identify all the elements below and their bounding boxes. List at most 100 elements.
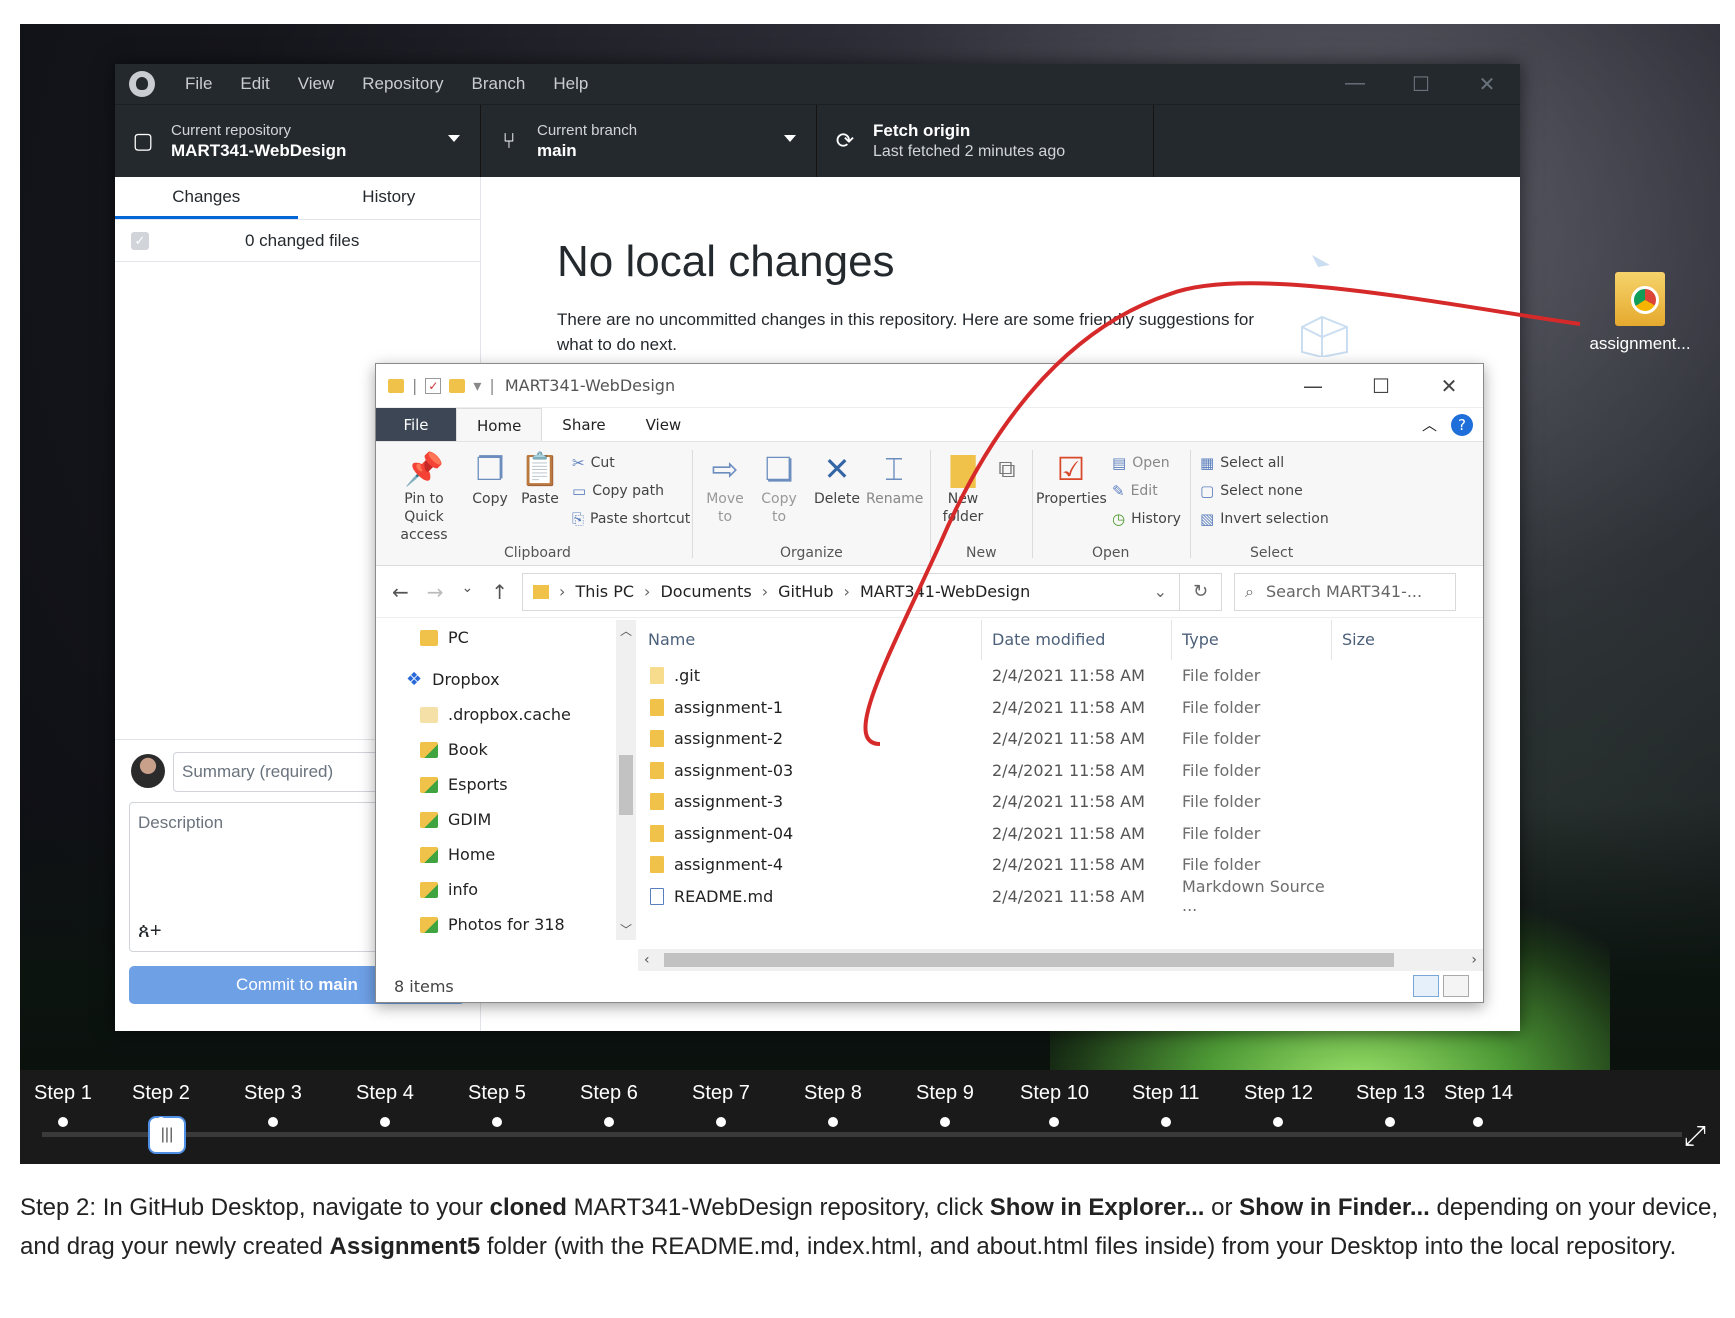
delete-button[interactable]: ✕ Delete <box>812 448 862 508</box>
help-icon[interactable]: ? <box>1451 413 1473 436</box>
step-10[interactable]: Step 10 <box>1020 1082 1089 1127</box>
step-dot[interactable] <box>1273 1117 1284 1127</box>
table-row[interactable]: README.md 2/4/2021 11:58 AM Markdown Sourc… <box>638 877 1483 915</box>
open-button[interactable]: ▤ Open <box>1112 454 1170 472</box>
properties-button[interactable]: ☑ Properties <box>1036 448 1107 508</box>
table-row[interactable]: assignment-3 2/4/2021 11:58 AM File folder <box>638 786 1483 818</box>
refresh-icon[interactable]: ↻ <box>1179 573 1221 610</box>
minimize-button[interactable]: — <box>1322 72 1388 97</box>
nav-item-book[interactable]: Book <box>376 732 616 767</box>
nav-item-photos[interactable]: Photos for 318 <box>376 907 616 942</box>
step-9[interactable]: Step 9 <box>916 1082 974 1127</box>
step-dot[interactable] <box>1473 1117 1484 1127</box>
close-button[interactable]: ✕ <box>1454 72 1520 97</box>
menu-view[interactable]: View <box>284 74 349 94</box>
menu-repository[interactable]: Repository <box>348 74 457 94</box>
edit-button[interactable]: ✎ Edit <box>1112 482 1158 500</box>
step-dot[interactable] <box>827 1117 838 1127</box>
step-dot[interactable] <box>1160 1117 1171 1127</box>
tab-changes[interactable]: Changes <box>115 177 298 219</box>
slider-track[interactable] <box>42 1132 1682 1137</box>
menu-file[interactable]: File <box>171 74 226 94</box>
step-dot[interactable] <box>379 1117 390 1127</box>
scroll-left-icon[interactable]: ‹ <box>644 952 650 968</box>
new-folder-quick-icon[interactable] <box>449 378 466 393</box>
step-1[interactable]: Step 1 <box>34 1082 92 1127</box>
step-4[interactable]: Step 4 <box>356 1082 414 1127</box>
step-2[interactable]: Step 2 <box>132 1082 190 1127</box>
minimize-button[interactable]: — <box>1279 374 1347 398</box>
table-row[interactable]: .git 2/4/2021 11:58 AM File folder <box>638 660 1483 692</box>
step-dot[interactable] <box>491 1117 502 1127</box>
nav-item-home[interactable]: Home <box>376 837 616 872</box>
step-dot[interactable] <box>939 1117 950 1127</box>
fetch-origin-button[interactable]: ⟳ Fetch origin Last fetched 2 minutes ag… <box>817 105 1154 177</box>
new-item-button[interactable]: ⧉ <box>992 448 1022 490</box>
menu-help[interactable]: Help <box>539 74 602 94</box>
scroll-down-icon[interactable]: ﹀ <box>620 921 632 938</box>
breadcrumb-mart341[interactable]: MART341-WebDesign <box>860 582 1030 601</box>
step-8[interactable]: Step 8 <box>804 1082 862 1127</box>
nav-item-dropbox[interactable]: ❖ Dropbox <box>376 662 616 697</box>
step-dot[interactable] <box>57 1117 68 1127</box>
menu-edit[interactable]: Edit <box>226 74 283 94</box>
nav-scrollbar[interactable]: ︿ ﹀ <box>616 620 636 940</box>
new-folder-button[interactable]: ▇ New folder <box>938 448 988 526</box>
step-13[interactable]: Step 13 <box>1356 1082 1425 1127</box>
step-14[interactable]: Step 14 <box>1444 1082 1513 1127</box>
scrollbar-thumb[interactable] <box>619 755 633 815</box>
select-all-checkbox[interactable]: ✓ <box>131 231 149 250</box>
table-row[interactable]: assignment-1 2/4/2021 11:58 AM File folder <box>638 692 1483 724</box>
scrollbar-thumb[interactable] <box>664 953 1394 967</box>
step-6[interactable]: Step 6 <box>580 1082 638 1127</box>
breadcrumb-github[interactable]: GitHub <box>778 582 833 601</box>
history-button[interactable]: ◷ History <box>1112 510 1181 528</box>
forward-arrow-icon[interactable]: → <box>427 580 444 604</box>
table-row[interactable]: assignment-2 2/4/2021 11:58 AM File folder <box>638 723 1483 755</box>
step-12[interactable]: Step 12 <box>1244 1082 1313 1127</box>
move-to-button[interactable]: ⇨ Move to <box>700 448 750 526</box>
paste-button[interactable]: 📋 Paste <box>518 448 562 508</box>
maximize-button[interactable]: ☐ <box>1347 374 1415 398</box>
tab-file[interactable]: File <box>376 408 456 441</box>
current-branch-button[interactable]: ⑂ Current branch main <box>481 105 817 177</box>
large-icons-view-icon[interactable] <box>1443 975 1469 997</box>
close-button[interactable]: ✕ <box>1415 374 1483 398</box>
breadcrumb-documents[interactable]: Documents <box>660 582 751 601</box>
nav-item-dropbox-cache[interactable]: .dropbox.cache <box>376 697 616 732</box>
select-all-button[interactable]: ▦ Select all <box>1200 454 1284 472</box>
address-bar[interactable]: › This PC › Documents › GitHub › MART341… <box>522 572 1223 611</box>
pin-to-quick-access-button[interactable]: 📌 Pin to Quick access <box>384 448 464 544</box>
fullscreen-icon[interactable]: ⤢ <box>1684 1120 1706 1153</box>
tab-share[interactable]: Share <box>542 408 625 441</box>
tab-history[interactable]: History <box>298 177 481 219</box>
table-row[interactable]: assignment-03 2/4/2021 11:58 AM File folde… <box>638 755 1483 787</box>
menu-branch[interactable]: Branch <box>458 74 540 94</box>
chevron-down-icon[interactable]: ⌄ <box>1154 582 1167 601</box>
properties-quick-icon[interactable]: ✓ <box>425 377 442 394</box>
step-7[interactable]: Step 7 <box>692 1082 750 1127</box>
table-row[interactable]: assignment-04 2/4/2021 11:58 AM File folde… <box>638 818 1483 850</box>
rename-button[interactable]: ⌶ Rename <box>866 448 923 508</box>
paste-shortcut-button[interactable]: ⎘ Paste shortcut <box>572 510 690 528</box>
column-date-modified[interactable]: Date modified <box>982 620 1172 660</box>
tab-home[interactable]: Home <box>456 408 543 441</box>
add-coauthor-icon[interactable]: ጰ+ <box>138 920 162 943</box>
step-11[interactable]: Step 11 <box>1132 1082 1199 1127</box>
tab-view[interactable]: View <box>626 408 702 441</box>
scroll-up-icon[interactable]: ︿ <box>620 622 632 639</box>
maximize-button[interactable]: ☐ <box>1388 72 1454 97</box>
horizontal-scrollbar[interactable]: ‹ › <box>638 949 1483 971</box>
invert-selection-button[interactable]: ▧ Invert selection <box>1200 510 1329 528</box>
nav-item-pc[interactable]: PC <box>376 620 616 655</box>
nav-item-esports[interactable]: Esports <box>376 767 616 802</box>
details-view-icon[interactable] <box>1413 975 1439 997</box>
copy-to-button[interactable]: ❏ Copy to <box>754 448 804 526</box>
column-size[interactable]: Size <box>1332 620 1392 660</box>
step-dot[interactable] <box>267 1117 278 1127</box>
step-5[interactable]: Step 5 <box>468 1082 526 1127</box>
column-name[interactable]: Name <box>638 620 982 660</box>
step-3[interactable]: Step 3 <box>244 1082 302 1127</box>
column-type[interactable]: Type <box>1172 620 1332 660</box>
desktop-folder-icon[interactable]: assignment... <box>1580 272 1700 354</box>
